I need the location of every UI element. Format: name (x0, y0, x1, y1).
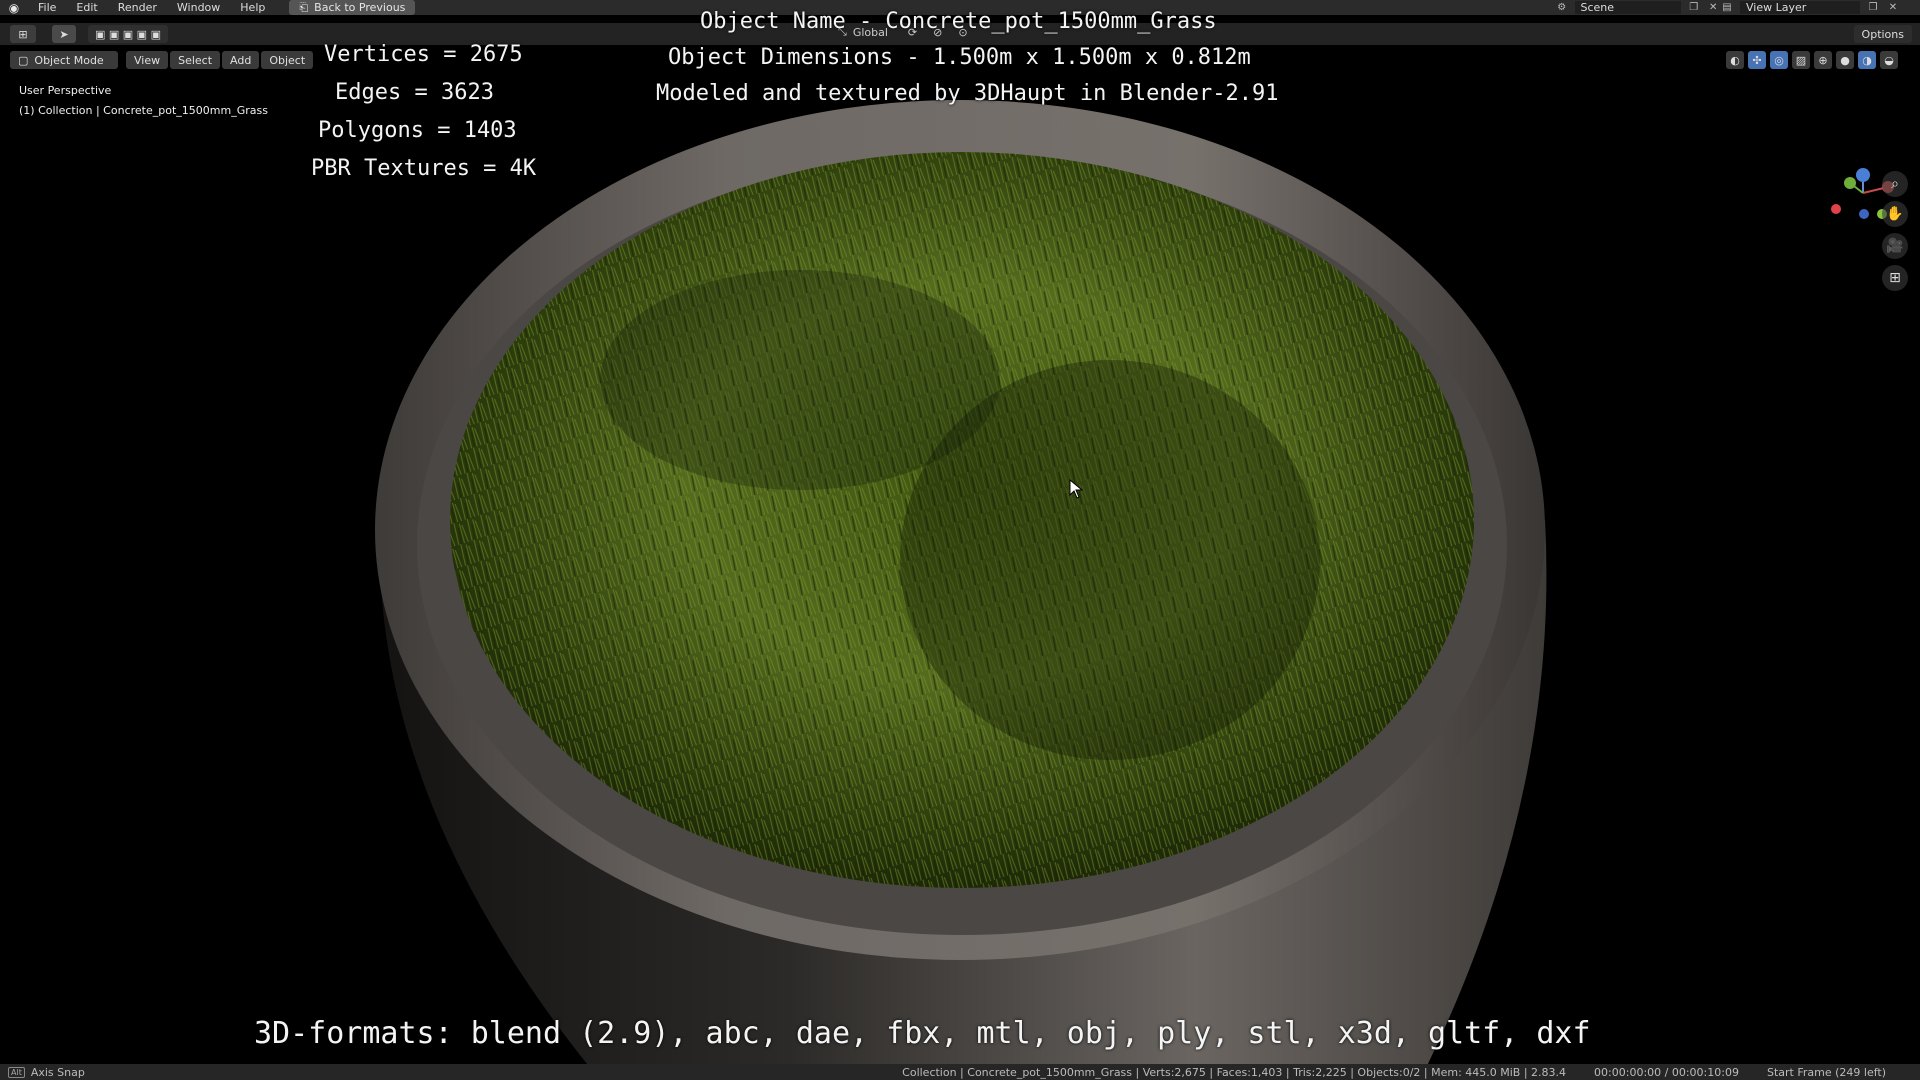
zoom-icon[interactable]: ⌕ (1882, 171, 1908, 197)
wireframe-shading-icon[interactable]: ⊕ (1814, 51, 1832, 69)
scene-stats: Collection | Concrete_pot_1500mm_Grass |… (902, 1065, 1567, 1079)
xray-toggle-icon[interactable]: ▨ (1792, 51, 1810, 69)
object-mode-label: Object Mode (34, 53, 104, 67)
view-layer-name-field[interactable]: View Layer (1740, 1, 1860, 14)
view-layer-icon: ▤ (1722, 2, 1732, 13)
textures-text: PBR Textures = 4K (311, 156, 537, 181)
viewport-perspective-label: User Perspective (19, 84, 112, 97)
workspace-selectors: ⚙ Scene ❐ ✕ ▤ View Layer ❐ ✕ (1555, 0, 1920, 15)
menu-window[interactable]: Window (167, 1, 230, 14)
select-menu[interactable]: Select (170, 51, 221, 69)
scene-render (375, 100, 1547, 1066)
visibility-icon[interactable]: ◐ (1726, 51, 1744, 69)
alt-key-icon: Alt (8, 1066, 25, 1078)
new-scene-icon[interactable]: ❐ (1687, 2, 1701, 13)
menu-help[interactable]: Help (230, 1, 275, 14)
gizmo-z-axis[interactable] (1856, 168, 1870, 182)
object-mode-icon: ▢ (18, 53, 29, 67)
object-name-text: Object Name - Concrete_pot_1500mm_Grass (700, 9, 1217, 34)
blender-logo-icon[interactable]: ◉ (0, 1, 28, 15)
formats-text: 3D-formats: blend (2.9), abc, dae, fbx, … (254, 1016, 1591, 1051)
hand-icon[interactable]: ✋ (1882, 201, 1908, 227)
view-menu[interactable]: View (126, 51, 169, 69)
add-menu[interactable]: Add (222, 51, 260, 69)
axis-snap-hint: Axis Snap (30, 1065, 85, 1079)
timeline-time: 00:00:00:00 / 00:00:10:09 (1594, 1065, 1739, 1079)
gizmo-y-axis[interactable] (1844, 177, 1856, 189)
menu-file[interactable]: File (28, 1, 66, 14)
selection-mode-icons[interactable]: ▣ ▣ ▣ ▣ ▣ (88, 25, 168, 43)
menu-edit[interactable]: Edit (66, 1, 107, 14)
options-dropdown[interactable]: Options (1853, 25, 1912, 43)
credits-text: Modeled and textured by 3DHaupt in Blend… (656, 81, 1279, 106)
object-mode-dropdown[interactable]: ▢ Object Mode (10, 51, 118, 69)
camera-icon[interactable]: 🎥 (1882, 233, 1908, 259)
select-tool-icon[interactable]: ➤ (52, 25, 76, 43)
back-button-label: Back to Previous (314, 1, 406, 14)
scene-name-field[interactable]: Scene (1574, 1, 1681, 14)
gizmo-neg-z-axis[interactable] (1859, 209, 1869, 219)
solid-shading-icon[interactable]: ● (1836, 51, 1854, 69)
gizmo-toggle-icon[interactable]: ✣ (1748, 51, 1766, 69)
scene-selector[interactable]: ⚙ Scene ❐ ✕ (1555, 1, 1720, 14)
object-dimensions-text: Object Dimensions - 1.500m x 1.500m x 0.… (668, 45, 1251, 70)
object-menu[interactable]: Object (261, 51, 314, 69)
delete-scene-icon[interactable]: ✕ (1707, 2, 1721, 13)
editor-type-icon[interactable]: ⊞ (10, 25, 36, 43)
viewport-shading-controls: ◐ ✣ ◎ ▨ ⊕ ● ◑ ◒ (1726, 51, 1898, 69)
edges-count-text: Edges = 3623 (335, 80, 494, 105)
status-bar: Alt Axis Snap Collection | Concrete_pot_… (0, 1064, 1920, 1080)
frame-info: Start Frame (249 left) (1766, 1065, 1886, 1079)
rendered-shading-icon[interactable]: ◒ (1880, 51, 1898, 69)
back-icon: ⎗ (299, 0, 309, 14)
delete-view-layer-icon[interactable]: ✕ (1886, 2, 1900, 13)
3d-viewport[interactable]: ⌕ ✋ 🎥 ⊞ (0, 71, 1920, 1066)
new-view-layer-icon[interactable]: ❐ (1866, 2, 1880, 13)
menu-render[interactable]: Render (108, 1, 167, 14)
back-to-previous-button[interactable]: ⎗ Back to Previous (289, 0, 416, 15)
viewport-collection-label: (1) Collection | Concrete_pot_1500mm_Gra… (19, 104, 268, 117)
gizmo-neg-x-axis[interactable] (1831, 204, 1841, 214)
scene-icon: ⚙ (1557, 2, 1567, 13)
view-layer-selector[interactable]: ▤ View Layer ❐ ✕ (1720, 1, 1920, 14)
vertices-count-text: Vertices = 2675 (324, 42, 523, 67)
grass-shadow-2 (600, 270, 1000, 490)
material-shading-icon[interactable]: ◑ (1858, 51, 1876, 69)
cursor-icon (1069, 478, 1084, 503)
overlay-toggle-icon[interactable]: ◎ (1770, 51, 1788, 69)
grid-icon[interactable]: ⊞ (1882, 265, 1908, 291)
polygons-count-text: Polygons = 1403 (318, 118, 517, 143)
